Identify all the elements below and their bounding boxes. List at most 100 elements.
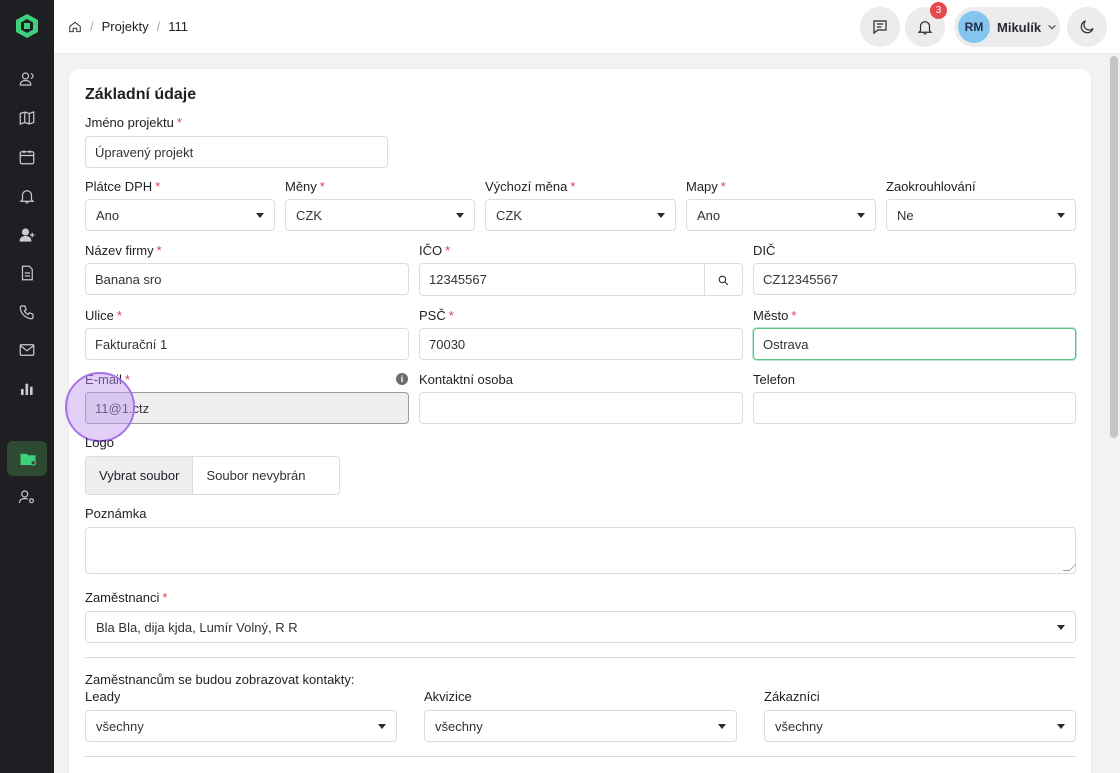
- currencies-select[interactable]: CZK: [285, 199, 475, 231]
- rounding-select[interactable]: Ne: [886, 199, 1076, 231]
- street-label: Ulice *: [85, 308, 122, 323]
- caret-down-icon: [857, 213, 865, 218]
- phone-icon[interactable]: [15, 300, 39, 324]
- chat-icon: [873, 20, 887, 35]
- phone-input[interactable]: [753, 392, 1076, 424]
- chevron-down-icon: [1048, 24, 1056, 30]
- choose-file-button[interactable]: Vybrat soubor: [86, 457, 194, 494]
- vat-payer-value: Ano: [96, 207, 120, 223]
- avatar: RM: [958, 11, 990, 43]
- city-input[interactable]: Ostrava: [753, 328, 1076, 360]
- contact-person-input[interactable]: [419, 392, 743, 424]
- vat-payer-label: Plátce DPH *: [85, 179, 161, 194]
- user-menu[interactable]: RM Mikulík: [954, 7, 1060, 47]
- user-settings-icon[interactable]: [15, 485, 39, 509]
- moon-icon: [1080, 20, 1094, 34]
- users-icon[interactable]: [15, 67, 39, 91]
- employees-value: Bla Bla, dija kjda, Lumír Volný, R R: [96, 619, 298, 635]
- breadcrumb-projects[interactable]: Projekty: [102, 19, 149, 34]
- breadcrumb: / Projekty / 111: [68, 19, 188, 34]
- theme-toggle-button[interactable]: [1067, 7, 1107, 47]
- maps-value: Ano: [697, 207, 721, 223]
- contacts-caption: Zaměstnancům se budou zobrazovat kontakt…: [85, 672, 355, 687]
- document-icon[interactable]: [15, 261, 39, 285]
- leads-label: Leady: [85, 689, 121, 704]
- project-name-label: Jméno projektu *: [85, 115, 182, 130]
- top-header: / Projekty / 111 3 RM Mikulík: [54, 0, 1120, 54]
- dic-input[interactable]: CZ12345567: [753, 263, 1076, 295]
- customers-select[interactable]: všechny: [764, 710, 1076, 742]
- notifications-button[interactable]: 3: [905, 2, 947, 47]
- employees-label: Zaměstnanci *: [85, 590, 168, 605]
- dic-label: DIČ: [753, 243, 776, 258]
- acquisitions-label: Akvizice: [424, 689, 472, 704]
- street-input[interactable]: Fakturační 1: [85, 328, 409, 360]
- ico-label: IČO *: [419, 243, 451, 258]
- caret-down-icon: [1057, 213, 1065, 218]
- contact-person-label: Kontaktní osoba: [419, 372, 513, 387]
- company-name-label: Název firmy *: [85, 243, 162, 258]
- search-icon: [718, 275, 729, 285]
- company-name-input[interactable]: Banana sro: [85, 263, 409, 295]
- zip-label: PSČ *: [419, 308, 454, 323]
- chart-icon[interactable]: [15, 377, 39, 401]
- caret-down-icon: [1057, 625, 1065, 630]
- zip-input[interactable]: 70030: [419, 328, 743, 360]
- mail-icon[interactable]: [15, 338, 39, 362]
- click-indicator: [65, 372, 135, 442]
- city-label: Město *: [753, 308, 797, 323]
- ico-input[interactable]: 12345567: [419, 263, 743, 296]
- notification-badge: 3: [930, 2, 947, 19]
- acquisitions-select[interactable]: všechny: [424, 710, 737, 742]
- logo-file-input[interactable]: Vybrat soubor Soubor nevybrán: [85, 456, 340, 495]
- leads-select[interactable]: všechny: [85, 710, 397, 742]
- home-icon[interactable]: [68, 20, 82, 34]
- map-icon[interactable]: [15, 106, 39, 130]
- caret-down-icon: [657, 213, 665, 218]
- resize-handle-icon[interactable]: [1062, 564, 1077, 571]
- caret-down-icon: [456, 213, 464, 218]
- default-currency-label: Výchozí měna *: [485, 179, 576, 194]
- rounding-label: Zaokrouhlování: [886, 179, 976, 194]
- breadcrumb-separator: /: [90, 19, 94, 34]
- chat-button[interactable]: [860, 7, 900, 47]
- caret-down-icon: [1057, 724, 1065, 729]
- caret-down-icon: [378, 724, 386, 729]
- divider: [85, 756, 1076, 757]
- rounding-value: Ne: [897, 207, 914, 223]
- acquisitions-value: všechny: [435, 718, 483, 734]
- breadcrumb-separator: /: [156, 19, 161, 34]
- sidebar: [0, 0, 54, 773]
- currencies-value: CZK: [296, 207, 322, 223]
- bell-icon[interactable]: [15, 184, 39, 208]
- maps-select[interactable]: Ano: [686, 199, 876, 231]
- caret-down-icon: [256, 213, 264, 218]
- user-name: Mikulík: [997, 19, 1042, 35]
- section-title: Základní údaje: [85, 86, 197, 103]
- vat-payer-select[interactable]: Ano: [85, 199, 275, 231]
- currencies-label: Měny *: [285, 179, 325, 194]
- project-name-input[interactable]: Úpravený projekt: [85, 136, 388, 168]
- bell-icon: [917, 21, 933, 35]
- leads-value: všechny: [96, 718, 144, 734]
- default-currency-select[interactable]: CZK: [485, 199, 676, 231]
- logo-label: Logo: [85, 435, 114, 450]
- file-status: Soubor nevybrán: [206, 468, 306, 483]
- maps-label: Mapy *: [686, 179, 726, 194]
- ico-search-button[interactable]: [704, 264, 742, 296]
- user-add-icon[interactable]: [15, 223, 39, 247]
- note-textarea[interactable]: [85, 527, 1077, 574]
- app-logo-icon[interactable]: [14, 13, 40, 39]
- employees-select[interactable]: Bla Bla, dija kjda, Lumír Volný, R R: [85, 611, 1076, 643]
- calendar-icon[interactable]: [15, 145, 39, 169]
- caret-down-icon: [718, 724, 726, 729]
- breadcrumb-current: 111: [168, 19, 188, 34]
- default-currency-value: CZK: [496, 207, 522, 223]
- note-label: Poznámka: [85, 506, 147, 521]
- customers-label: Zákazníci: [764, 689, 820, 704]
- divider: [85, 657, 1076, 658]
- projects-icon[interactable]: [7, 441, 47, 476]
- scrollbar[interactable]: [1110, 56, 1118, 438]
- phone-label: Telefon: [753, 372, 795, 387]
- info-icon[interactable]: i: [396, 373, 408, 385]
